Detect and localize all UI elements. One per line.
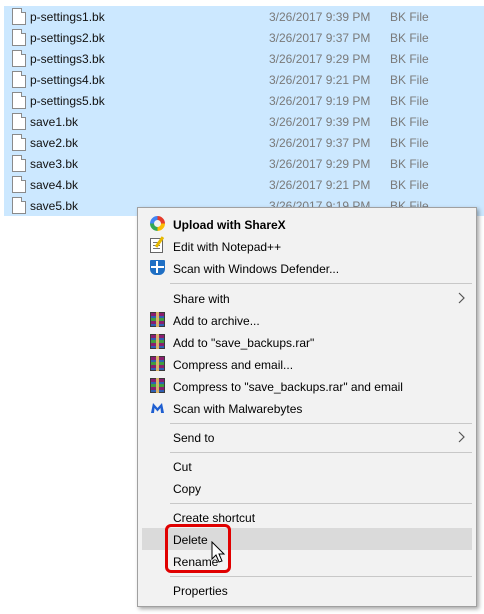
menu-item-send-to[interactable]: Send to (142, 426, 472, 448)
file-icon (12, 8, 26, 25)
menu-separator (170, 576, 472, 577)
file-type: BK File (390, 31, 429, 45)
file-date: 3/26/2017 9:19 PM (269, 94, 371, 108)
file-date: 3/26/2017 9:29 PM (269, 157, 371, 171)
file-type: BK File (390, 52, 429, 66)
file-icon (12, 92, 26, 109)
file-date: 3/26/2017 9:39 PM (269, 115, 371, 129)
file-type: BK File (390, 136, 429, 150)
file-date: 3/26/2017 9:39 PM (269, 10, 371, 24)
file-row[interactable]: p-settings4.bk 3/26/2017 9:21 PM BK File (4, 69, 484, 90)
file-icon (12, 71, 26, 88)
file-name: p-settings4.bk (30, 73, 105, 87)
menu-item-label: Create shortcut (173, 511, 256, 525)
file-icon (12, 50, 26, 67)
file-date: 3/26/2017 9:37 PM (269, 31, 371, 45)
file-icon (12, 155, 26, 172)
file-name: p-settings5.bk (30, 94, 105, 108)
file-name: p-settings2.bk (30, 31, 105, 45)
menu-item-label: Share with (173, 292, 230, 306)
menu-item-add-rar[interactable]: Add to "save_backups.rar" (142, 331, 472, 353)
file-row[interactable]: save4.bk 3/26/2017 9:21 PM BK File (4, 174, 484, 195)
file-name: p-settings3.bk (30, 52, 105, 66)
file-row[interactable]: p-settings1.bk 3/26/2017 9:39 PM BK File (4, 6, 484, 27)
winrar-icon (150, 334, 165, 349)
menu-item-label: Properties (173, 584, 228, 598)
menu-item-share-with[interactable]: Share with (142, 287, 472, 309)
menu-separator (170, 503, 472, 504)
menu-separator (170, 283, 472, 284)
menu-item-upload-sharex[interactable]: Upload with ShareX (142, 213, 472, 235)
file-name: save4.bk (30, 178, 79, 192)
file-date: 3/26/2017 9:21 PM (269, 178, 371, 192)
defender-shield-icon (150, 260, 165, 275)
explorer-view: p-settings1.bk 3/26/2017 9:39 PM BK File… (0, 0, 484, 614)
menu-item-label: Add to "save_backups.rar" (173, 336, 315, 350)
file-date: 3/26/2017 9:29 PM (269, 52, 371, 66)
menu-item-label: Send to (173, 431, 215, 445)
menu-item-cut[interactable]: Cut (142, 455, 472, 477)
winrar-icon (150, 356, 165, 371)
file-date: 3/26/2017 9:37 PM (269, 136, 371, 150)
menu-item-label: Scan with Malwarebytes (173, 402, 303, 416)
file-type: BK File (390, 157, 429, 171)
file-row[interactable]: save3.bk 3/26/2017 9:29 PM BK File (4, 153, 484, 174)
menu-item-label: Copy (173, 482, 202, 496)
file-name: save5.bk (30, 199, 79, 213)
file-name: save3.bk (30, 157, 79, 171)
menu-item-label: Compress to "save_backups.rar" and email (173, 380, 403, 394)
menu-item-edit-notepad[interactable]: Edit with Notepad++ (142, 235, 472, 257)
menu-item-copy[interactable]: Copy (142, 477, 472, 499)
file-icon (12, 176, 26, 193)
menu-item-label: Upload with ShareX (173, 218, 286, 232)
file-type: BK File (390, 178, 429, 192)
chevron-right-icon (458, 292, 465, 304)
file-row[interactable]: save2.bk 3/26/2017 9:37 PM BK File (4, 132, 484, 153)
sharex-icon (150, 216, 165, 231)
file-name: save2.bk (30, 136, 79, 150)
file-icon (12, 134, 26, 151)
menu-item-label: Scan with Windows Defender... (173, 262, 340, 276)
menu-item-scan-defender[interactable]: Scan with Windows Defender... (142, 257, 472, 279)
menu-item-scan-malwarebytes[interactable]: Scan with Malwarebytes (142, 397, 472, 419)
file-type: BK File (390, 94, 429, 108)
file-type: BK File (390, 10, 429, 24)
menu-item-label: Edit with Notepad++ (173, 240, 282, 254)
malwarebytes-icon (151, 403, 164, 413)
menu-item-compress-rar-email[interactable]: Compress to "save_backups.rar" and email (142, 375, 472, 397)
chevron-right-icon (458, 431, 465, 443)
menu-item-add-archive[interactable]: Add to archive... (142, 309, 472, 331)
file-name: p-settings1.bk (30, 10, 105, 24)
menu-item-compress-email[interactable]: Compress and email... (142, 353, 472, 375)
file-row[interactable]: p-settings3.bk 3/26/2017 9:29 PM BK File (4, 48, 484, 69)
mouse-cursor-icon (211, 541, 226, 563)
menu-item-label: Add to archive... (173, 314, 260, 328)
menu-item-label: Compress and email... (173, 358, 294, 372)
notepad-icon (150, 238, 163, 253)
file-icon (12, 113, 26, 130)
menu-item-properties[interactable]: Properties (142, 579, 472, 601)
file-date: 3/26/2017 9:21 PM (269, 73, 371, 87)
winrar-icon (150, 312, 165, 327)
file-row[interactable]: p-settings5.bk 3/26/2017 9:19 PM BK File (4, 90, 484, 111)
menu-separator (170, 452, 472, 453)
file-icon (12, 29, 26, 46)
file-name: save1.bk (30, 115, 79, 129)
menu-item-label: Cut (173, 460, 192, 474)
file-row[interactable]: save1.bk 3/26/2017 9:39 PM BK File (4, 111, 484, 132)
file-type: BK File (390, 115, 429, 129)
file-type: BK File (390, 73, 429, 87)
winrar-icon (150, 378, 165, 393)
file-icon (12, 197, 26, 214)
menu-separator (170, 423, 472, 424)
file-row[interactable]: p-settings2.bk 3/26/2017 9:37 PM BK File (4, 27, 484, 48)
